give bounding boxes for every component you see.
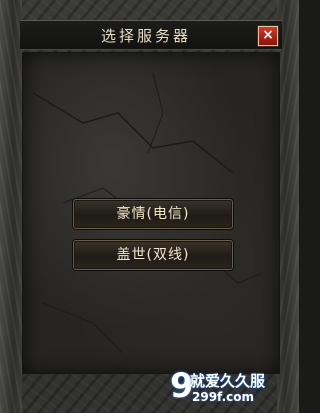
watermark-url: 299f.com <box>192 390 255 404</box>
close-button[interactable]: × <box>258 26 278 46</box>
frame-right-edge <box>277 0 299 413</box>
frame-left-edge <box>0 0 22 413</box>
server-list-panel: 豪情(电信) 盖世(双线) <box>22 52 280 374</box>
server-select-screen: 选择服务器 × 豪情(电信) 盖世(双线) 9 就爱久久服 299f.com <box>0 0 299 413</box>
server-button-haoqing[interactable]: 豪情(电信) <box>73 199 233 229</box>
site-watermark: 9 就爱久久服 299f.com <box>170 366 295 410</box>
server-button-gaishi[interactable]: 盖世(双线) <box>73 240 233 270</box>
watermark-site-name: 就爱久久服 <box>190 372 266 390</box>
dialog-title: 选择服务器 <box>100 27 191 45</box>
dialog-title-bar: 选择服务器 × <box>20 20 282 50</box>
